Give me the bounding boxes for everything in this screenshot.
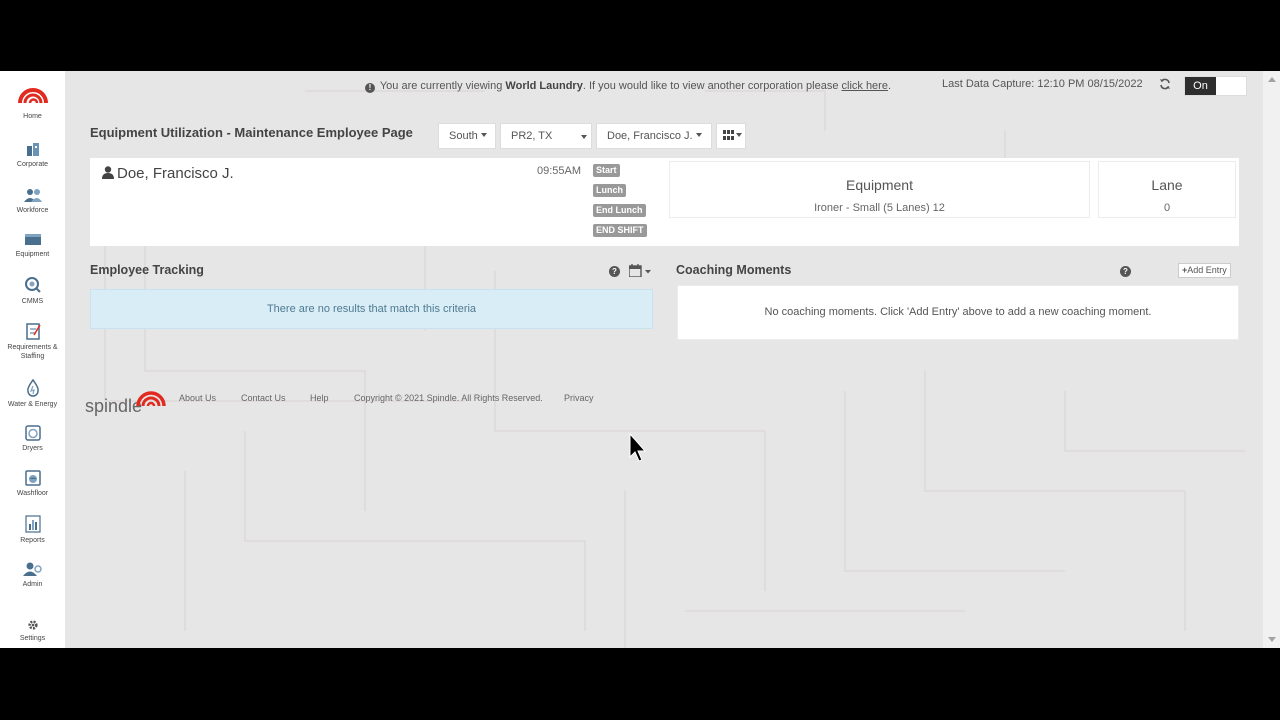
employee-tracking-title: Employee Tracking bbox=[90, 263, 204, 277]
equipment-icon bbox=[24, 234, 41, 245]
sidebar-item-home[interactable]: Home bbox=[0, 83, 65, 121]
sidebar-item-label: Corporate bbox=[16, 161, 49, 168]
equipment-label: Equipment bbox=[846, 177, 913, 193]
chevron-down-icon bbox=[695, 133, 702, 137]
start-badge: Start bbox=[593, 164, 620, 177]
notice-corporation: World Laundry bbox=[505, 80, 583, 92]
browser-viewport: Home Corporate Workforce Equipment CMMS … bbox=[0, 71, 1280, 648]
sidebar-item-label: Workforce bbox=[16, 207, 49, 214]
footer-logo-text: spindle bbox=[85, 396, 143, 416]
sidebar-item-reports[interactable]: Reports bbox=[0, 515, 65, 545]
copyright-text: Copyright © 2021 Spindle. All Rights Res… bbox=[354, 393, 543, 403]
user-icon bbox=[102, 166, 114, 179]
chevron-down-icon bbox=[736, 133, 742, 137]
help-icon[interactable]: ? bbox=[609, 266, 620, 277]
contact-us-link[interactable]: Contact Us bbox=[241, 393, 286, 403]
grid-icon bbox=[723, 130, 734, 140]
change-corporation-link[interactable]: click here bbox=[842, 80, 888, 92]
corporate-icon bbox=[26, 143, 39, 156]
coaching-empty-message: No coaching moments. Click 'Add Entry' a… bbox=[677, 285, 1239, 340]
dryers-icon bbox=[24, 425, 41, 441]
employee-dropdown[interactable]: Doe, Francisco J. bbox=[596, 123, 712, 149]
sidebar-item-settings[interactable]: Settings bbox=[0, 619, 65, 643]
cmms-icon bbox=[24, 277, 41, 293]
refresh-icon[interactable] bbox=[1159, 78, 1171, 90]
sidebar-item-label: Washfloor bbox=[16, 490, 49, 497]
last-data-capture: Last Data Capture: 12:10 PM 08/15/2022 bbox=[942, 78, 1143, 90]
gear-icon bbox=[27, 620, 38, 630]
sidebar-item-corporate[interactable]: Corporate bbox=[0, 141, 65, 169]
sidebar-item-equipment[interactable]: Equipment bbox=[0, 233, 65, 259]
sidebar-item-label: CMMS bbox=[21, 298, 44, 305]
sidebar-item-workforce[interactable]: Workforce bbox=[0, 187, 65, 215]
equipment-value: Ironer - Small (5 Lanes) 12 bbox=[814, 202, 945, 214]
notice-end: . bbox=[887, 80, 892, 92]
coaching-moments-title: Coaching Moments bbox=[676, 263, 792, 277]
lane-value: 0 bbox=[1163, 202, 1171, 214]
requirements-icon bbox=[25, 323, 41, 340]
equipment-box: Equipment Ironer - Small (5 Lanes) 12 bbox=[669, 161, 1090, 218]
sidebar-item-cmms[interactable]: CMMS bbox=[0, 276, 65, 306]
sidebar-item-admin[interactable]: Admin bbox=[0, 561, 65, 589]
chevron-down-icon bbox=[480, 133, 487, 137]
toggle-on-label: On bbox=[1185, 77, 1216, 95]
shift-time: 09:55AM bbox=[537, 165, 582, 177]
sidebar-item-label: Requirements & Staffing bbox=[7, 344, 58, 360]
view-toggle-button[interactable] bbox=[716, 123, 746, 149]
sidebar-item-water-energy[interactable]: Water & Energy bbox=[0, 379, 65, 409]
employee-card: Doe, Francisco J. 09:55AM Start Lunch En… bbox=[90, 158, 1239, 246]
vertical-scrollbar[interactable] bbox=[1263, 71, 1280, 648]
sidebar-item-label: Admin bbox=[22, 581, 43, 588]
sidebar-item-label: Dryers bbox=[22, 445, 43, 452]
help-link[interactable]: Help bbox=[310, 393, 329, 403]
main-content: ! You are currently viewing World Laundr… bbox=[65, 71, 1263, 648]
add-entry-button[interactable]: +Add Entry bbox=[1178, 263, 1231, 278]
region-dropdown[interactable]: South bbox=[438, 123, 496, 149]
plant-value: PR2, TX bbox=[511, 130, 553, 142]
auto-refresh-toggle[interactable]: On bbox=[1184, 76, 1247, 96]
employee-name-text: Doe, Francisco J. bbox=[117, 165, 234, 182]
scroll-up-arrow-icon[interactable] bbox=[1268, 77, 1276, 82]
sidebar-item-label: Equipment bbox=[15, 251, 50, 258]
tracking-empty-message: There are no results that match this cri… bbox=[90, 289, 653, 329]
notice-prefix: You are currently viewing bbox=[379, 80, 506, 92]
washfloor-icon bbox=[24, 470, 41, 486]
sidebar-item-label: Home bbox=[23, 113, 42, 120]
end-shift-badge: END SHIFT bbox=[593, 224, 647, 237]
sidebar-item-label: Water & Energy bbox=[7, 401, 58, 408]
about-us-link[interactable]: About Us bbox=[179, 393, 216, 403]
help-icon[interactable]: ? bbox=[1120, 266, 1131, 277]
corporation-notice: ! You are currently viewing World Laundr… bbox=[365, 80, 891, 93]
lane-box: Lane 0 bbox=[1098, 161, 1236, 218]
sidebar: Home Corporate Workforce Equipment CMMS … bbox=[0, 71, 65, 648]
reports-icon bbox=[24, 515, 41, 533]
region-value: South bbox=[449, 130, 478, 142]
lane-label: Lane bbox=[1151, 177, 1183, 193]
workforce-icon bbox=[23, 189, 42, 202]
privacy-link[interactable]: Privacy bbox=[564, 393, 594, 403]
sidebar-item-washfloor[interactable]: Washfloor bbox=[0, 470, 65, 498]
spindle-logo-icon bbox=[17, 88, 48, 104]
plant-dropdown[interactable]: PR2, TX bbox=[500, 123, 592, 149]
sidebar-item-requirements[interactable]: Requirements & Staffing bbox=[0, 322, 65, 361]
info-icon: ! bbox=[365, 83, 375, 93]
notice-suffix: . If you would like to view another corp… bbox=[582, 80, 842, 92]
water-energy-icon bbox=[26, 379, 39, 397]
spindle-logo-icon bbox=[136, 391, 166, 407]
admin-icon bbox=[22, 562, 42, 576]
mouse-cursor-icon bbox=[629, 433, 647, 462]
sidebar-item-label: Reports bbox=[20, 537, 45, 544]
page-title: Equipment Utilization - Maintenance Empl… bbox=[90, 125, 413, 140]
calendar-icon[interactable] bbox=[629, 264, 653, 277]
sidebar-item-label: Settings bbox=[19, 635, 46, 642]
scroll-down-arrow-icon[interactable] bbox=[1268, 637, 1276, 642]
sidebar-item-dryers[interactable]: Dryers bbox=[0, 425, 65, 453]
employee-name: Doe, Francisco J. bbox=[102, 165, 234, 182]
lunch-badge: Lunch bbox=[593, 184, 626, 197]
add-entry-label: Add Entry bbox=[1187, 265, 1227, 275]
end-lunch-badge: End Lunch bbox=[593, 204, 646, 217]
employee-value: Doe, Francisco J. bbox=[607, 130, 693, 142]
chevron-down-icon bbox=[581, 135, 587, 139]
